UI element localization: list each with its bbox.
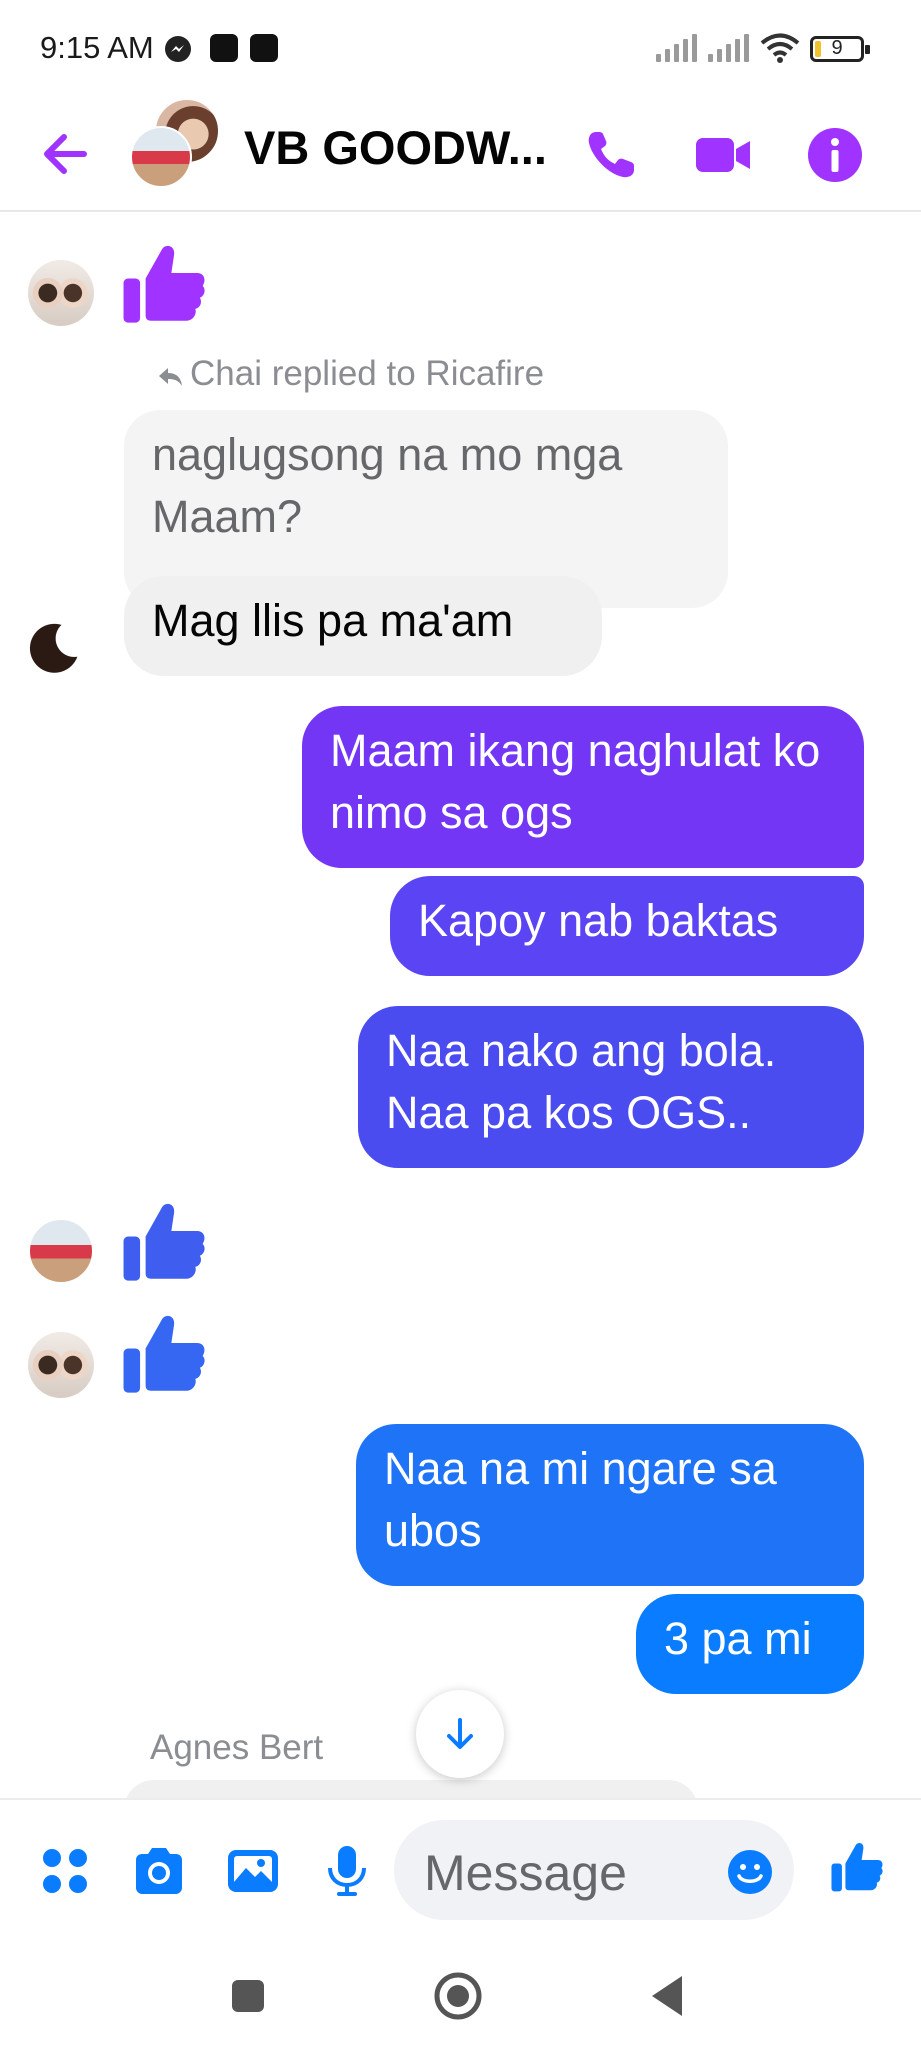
sender-avatar[interactable]	[28, 260, 94, 326]
message-composer: Message	[0, 1798, 921, 1938]
message-input-placeholder: Message	[424, 1845, 627, 1901]
like-sticker-icon	[123, 1203, 205, 1281]
like-icon[interactable]	[828, 1838, 886, 1896]
messenger-icon	[165, 36, 191, 62]
reply-arrow-icon	[159, 367, 182, 386]
reply-label-text: Chai replied to Ricafire	[190, 354, 545, 393]
back-arrow-icon[interactable]	[34, 122, 98, 186]
microphone-icon[interactable]	[318, 1842, 376, 1900]
sender-name-label: Agnes Bert	[150, 1728, 324, 1767]
sender-avatar[interactable]	[28, 1218, 94, 1284]
group-avatar[interactable]	[130, 126, 192, 188]
emoji-icon[interactable]	[726, 1848, 774, 1896]
conversation-header: VB GOODW...	[0, 98, 921, 212]
message-text: 3 pa mi	[664, 1613, 812, 1664]
apps-icon[interactable]	[36, 1842, 94, 1900]
sender-avatar[interactable]	[28, 1332, 94, 1398]
outgoing-message-bubble[interactable]: Naa na mi ngare sa ubos	[356, 1424, 864, 1586]
message-text: Naa nako ang bola. Naa pa kos OGS..	[386, 1025, 777, 1138]
quoted-message-text: naglugsong na mo mga Maam?	[152, 429, 623, 542]
gallery-icon[interactable]	[224, 1842, 282, 1900]
camera-icon[interactable]	[130, 1842, 188, 1900]
message-text: Naa na mi ngare sa ubos	[384, 1443, 777, 1556]
battery-icon: 9	[810, 36, 870, 62]
back-triangle-icon[interactable]	[640, 1968, 696, 2024]
notification-square-icon	[210, 34, 238, 62]
like-sticker-icon	[123, 1315, 205, 1393]
signal-icon	[708, 34, 756, 62]
like-sticker-icon	[123, 245, 205, 323]
video-icon[interactable]	[690, 122, 756, 188]
message-list[interactable]: Chai replied to Ricafire naglugsong na m…	[0, 214, 921, 1798]
home-circle-icon[interactable]	[430, 1968, 486, 2024]
system-navigation-bar	[0, 1938, 921, 2048]
notification-square-icon	[250, 34, 278, 62]
outgoing-message-bubble[interactable]: Naa nako ang bola. Naa pa kos OGS..	[358, 1006, 864, 1168]
phone-icon[interactable]	[578, 122, 644, 188]
outgoing-message-bubble[interactable]: Maam ikang naghulat ko nimo sa ogs	[302, 706, 864, 868]
info-icon[interactable]	[802, 122, 868, 188]
status-time: 9:15 AM	[40, 30, 154, 65]
contact-name[interactable]: VB GOODW...	[244, 118, 544, 178]
message-input[interactable]: Message	[394, 1820, 794, 1920]
incoming-message-bubble[interactable]: Mag llis pa ma'am	[124, 576, 602, 676]
wifi-icon	[760, 33, 800, 63]
message-text: Maam ikang naghulat ko nimo sa ogs	[330, 725, 821, 838]
reply-context: Chai replied to Ricafire	[156, 354, 544, 394]
incoming-message-bubble[interactable]	[124, 1780, 698, 1798]
scroll-to-bottom-button[interactable]	[416, 1690, 504, 1778]
signal-icon	[656, 34, 704, 62]
recents-square-icon[interactable]	[220, 1968, 276, 2024]
status-bar: 9:15 AM 9	[0, 0, 921, 100]
outgoing-message-bubble[interactable]: 3 pa mi	[636, 1594, 864, 1694]
battery-level: 9	[831, 37, 843, 59]
sender-avatar[interactable]	[28, 612, 94, 678]
message-text: Mag llis pa ma'am	[152, 595, 514, 646]
arrow-down-icon	[447, 1718, 473, 1749]
message-text: Kapoy nab baktas	[418, 895, 779, 946]
outgoing-message-bubble[interactable]: Kapoy nab baktas	[390, 876, 864, 976]
